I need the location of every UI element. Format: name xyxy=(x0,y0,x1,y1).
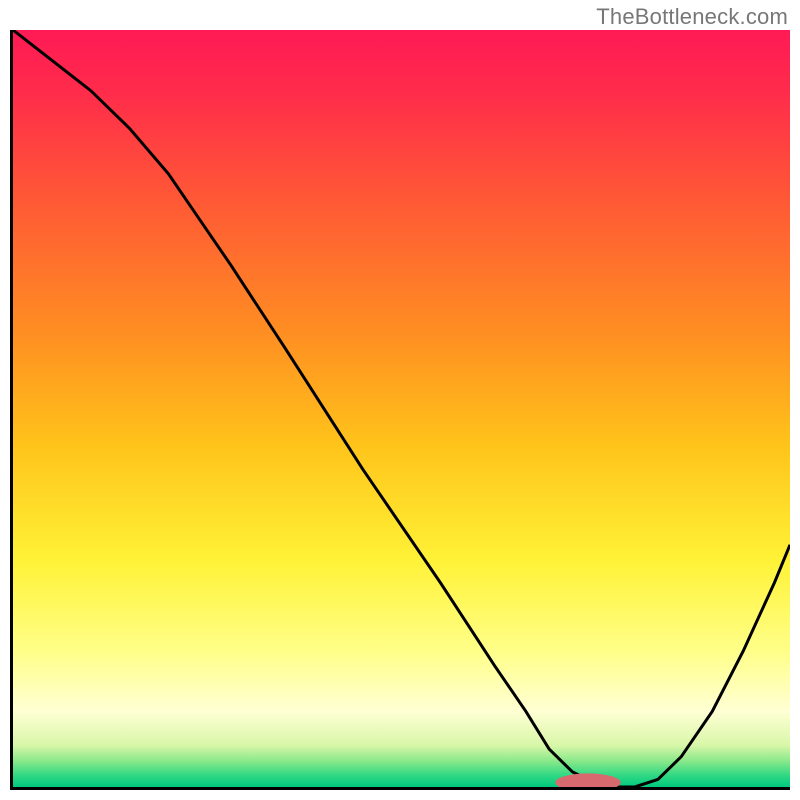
watermark-text: TheBottleneck.com xyxy=(596,4,788,30)
chart-axes-frame xyxy=(10,30,790,790)
chart-background xyxy=(13,30,790,787)
chart-canvas xyxy=(13,30,790,787)
